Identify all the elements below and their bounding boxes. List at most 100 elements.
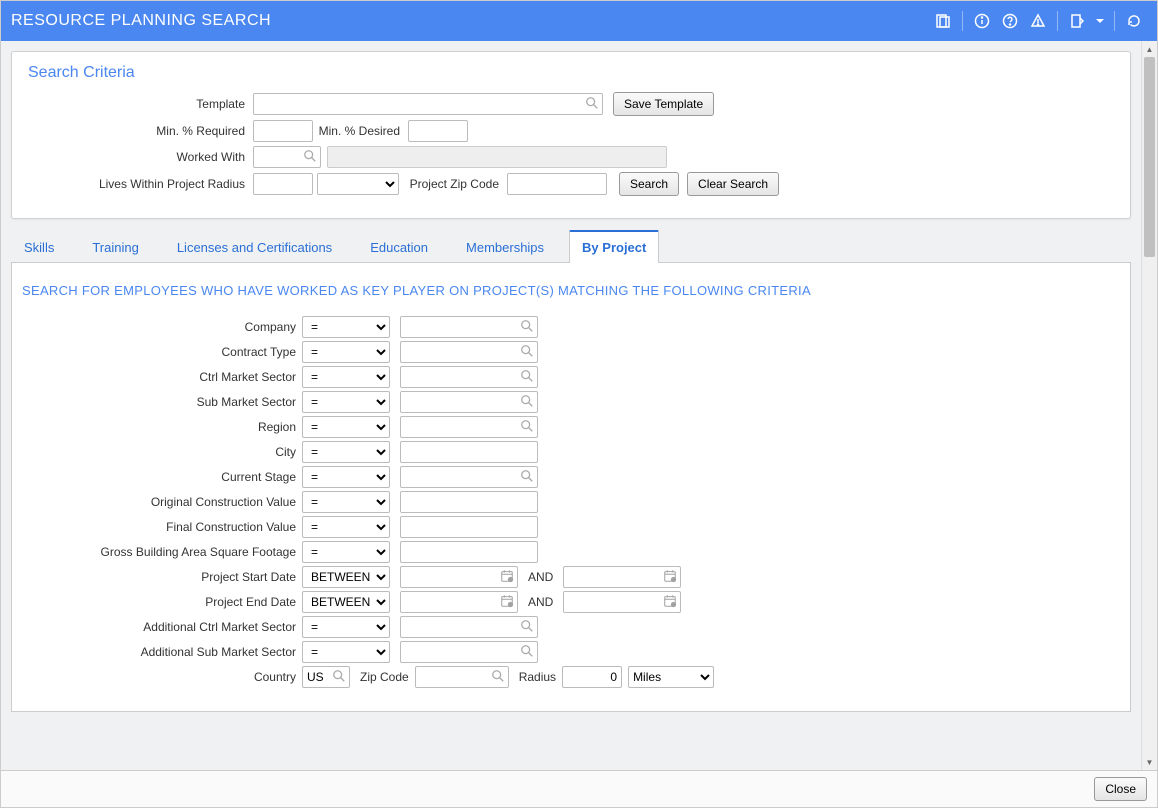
template-input[interactable] [253,93,603,115]
scroll-track[interactable] [1142,57,1157,754]
operator-select[interactable]: = [302,341,390,363]
value-input[interactable] [400,491,538,513]
criteria-label: Company [22,320,302,334]
radius-unit-select[interactable]: Miles [628,666,714,688]
tab-skills[interactable]: Skills [11,231,67,263]
operator-select[interactable]: = [302,616,390,638]
criteria-row-current_stage: Current Stage= [22,466,1120,488]
tab-strip: Skills Training Licenses and Certificati… [11,229,1131,263]
operator-select[interactable]: = [302,316,390,338]
value-input[interactable] [400,516,538,538]
clear-search-button[interactable]: Clear Search [687,172,779,196]
calendar-icon[interactable] [663,594,677,608]
worked-with-input[interactable] [253,146,321,168]
criteria-label: Ctrl Market Sector [22,370,302,384]
value-input[interactable] [400,541,538,563]
separator [962,11,963,31]
criteria-row-gross_area: Gross Building Area Square Footage= [22,541,1120,563]
min-desired-input[interactable] [408,120,468,142]
value-input[interactable] [400,366,538,388]
tab-licenses[interactable]: Licenses and Certifications [164,231,345,263]
lives-within-label: Lives Within Project Radius [28,177,253,191]
help-icon[interactable] [997,8,1023,34]
dropdown-caret-icon[interactable] [1092,8,1108,34]
separator [1114,11,1115,31]
calendar-icon[interactable] [500,594,514,608]
criteria-label: Current Stage [22,470,302,484]
value-input[interactable] [400,341,538,363]
criteria-row-end_date: Project End DateBETWEEN AND [22,591,1120,613]
operator-select[interactable]: BETWEEN [302,566,390,588]
value-input[interactable] [400,441,538,463]
search-button[interactable]: Search [619,172,679,196]
calendar-icon[interactable] [663,569,677,583]
criteria-label: Additional Ctrl Market Sector [22,620,302,634]
project-zip-label: Project Zip Code [399,177,507,191]
min-desired-label: Min. % Desired [313,124,408,138]
operator-select[interactable]: = [302,441,390,463]
content-area: Search Criteria Template Save Template M… [1,41,1141,770]
criteria-label: City [22,445,302,459]
zip-input[interactable] [415,666,509,688]
criteria-row-add_ctrl: Additional Ctrl Market Sector= [22,616,1120,638]
and-label: AND [528,595,553,609]
criteria-row-final_value: Final Construction Value= [22,516,1120,538]
lives-within-unit-select[interactable] [317,173,399,195]
value-input[interactable] [400,391,538,413]
footer: Close [1,770,1157,807]
page-title: RESOURCE PLANNING SEARCH [11,12,930,30]
operator-select[interactable]: BETWEEN [302,591,390,613]
tab-training[interactable]: Training [79,231,151,263]
by-project-tab-body: SEARCH FOR EMPLOYEES WHO HAVE WORKED AS … [11,263,1131,712]
country-input[interactable] [302,666,350,688]
operator-select[interactable]: = [302,366,390,388]
close-button[interactable]: Close [1094,777,1147,801]
value-input[interactable] [400,316,538,338]
calendar-icon[interactable] [500,569,514,583]
criteria-row-orig_value: Original Construction Value= [22,491,1120,513]
value-input[interactable] [400,466,538,488]
value-input[interactable] [400,641,538,663]
criteria-row-company: Company= [22,316,1120,338]
lives-within-value-input[interactable] [253,173,313,195]
country-row: Country Zip Code Radius Miles [22,666,1120,688]
criteria-label: Additional Sub Market Sector [22,645,302,659]
radius-label: Radius [509,670,562,684]
operator-select[interactable]: = [302,641,390,663]
criteria-label: Original Construction Value [22,495,302,509]
notes-icon[interactable] [930,8,956,34]
vertical-scrollbar[interactable]: ▲ ▼ [1141,41,1157,770]
tab-memberships[interactable]: Memberships [453,231,557,263]
operator-select[interactable]: = [302,416,390,438]
warning-icon[interactable] [1025,8,1051,34]
operator-select[interactable]: = [302,466,390,488]
min-required-label: Min. % Required [28,124,253,138]
criteria-label: Project End Date [22,595,302,609]
value-input[interactable] [400,416,538,438]
worked-with-label: Worked With [28,150,253,164]
tab-by-project[interactable]: By Project [569,230,659,263]
operator-select[interactable]: = [302,391,390,413]
operator-select[interactable]: = [302,491,390,513]
min-required-input[interactable] [253,120,313,142]
edit-icon[interactable] [1064,8,1090,34]
operator-select[interactable]: = [302,516,390,538]
scroll-down-icon[interactable]: ▼ [1142,754,1157,770]
tab-education[interactable]: Education [357,231,441,263]
info-icon[interactable] [969,8,995,34]
value-input[interactable] [400,616,538,638]
scroll-thumb[interactable] [1144,57,1155,257]
titlebar: RESOURCE PLANNING SEARCH [1,1,1157,41]
operator-select[interactable]: = [302,541,390,563]
content-wrap: Search Criteria Template Save Template M… [1,41,1157,770]
section-heading: SEARCH FOR EMPLOYEES WHO HAVE WORKED AS … [22,283,1120,298]
scroll-up-icon[interactable]: ▲ [1142,41,1157,57]
zip-label: Zip Code [350,670,415,684]
radius-input[interactable] [562,666,622,688]
country-label: Country [22,670,302,684]
refresh-icon[interactable] [1121,8,1147,34]
save-template-button[interactable]: Save Template [613,92,714,116]
project-zip-input[interactable] [507,173,607,195]
criteria-row-sub_market: Sub Market Sector= [22,391,1120,413]
criteria-label: Contract Type [22,345,302,359]
